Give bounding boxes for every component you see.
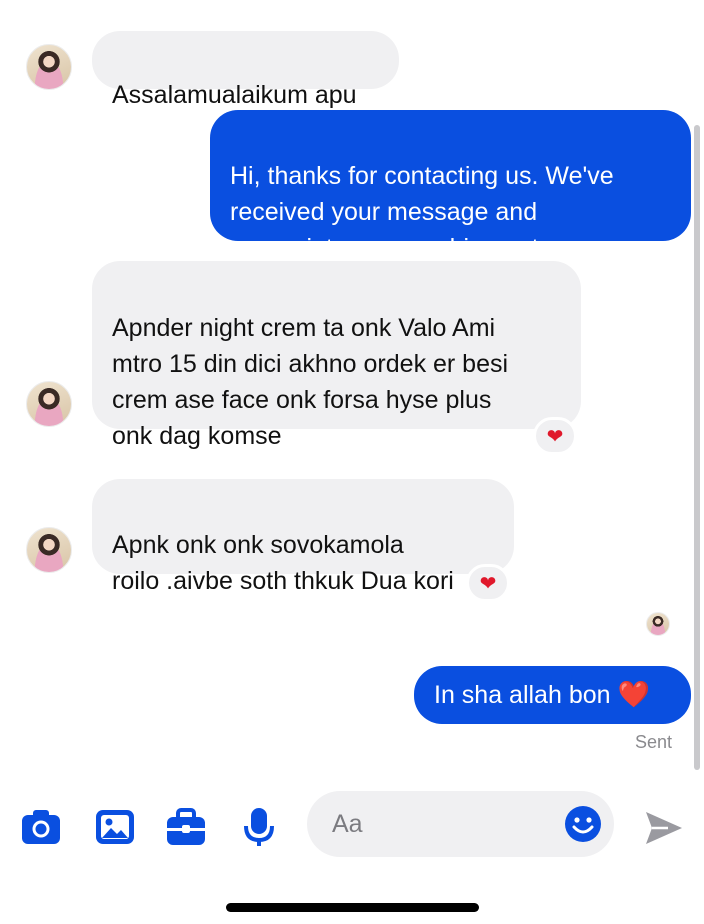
contact-avatar[interactable] [26,44,72,90]
emoji-icon[interactable] [564,805,602,843]
incoming-message[interactable]: Apnk onk onk sovokamola roilo .aivbe sot… [92,479,514,595]
message-text: Assalamualaikum apu [112,81,357,109]
camera-icon[interactable] [20,806,62,848]
message-reaction[interactable]: ❤ [533,417,577,455]
heart-emoji: ❤️ [617,679,650,709]
heart-icon: ❤ [546,425,564,448]
sent-status: Sent [634,732,672,752]
message-composer[interactable] [307,791,614,857]
outgoing-message[interactable]: Hi, thanks for contacting us. We've rece… [210,110,691,262]
read-receipt-avatar [646,612,670,636]
message-text: In sha allah bon [434,681,618,709]
microphone-icon[interactable] [238,806,280,848]
incoming-message[interactable]: Assalamualaikum apu [92,31,399,109]
message-text: Hi, thanks for contacting us. We've rece… [230,162,614,262]
message-text: Apnder night crem ta onk Valo Ami mtro 1… [112,314,509,450]
scrollbar[interactable] [694,125,700,770]
message-reaction[interactable]: ❤ [466,564,510,602]
incoming-message[interactable]: Apnder night crem ta onk Valo Ami mtro 1… [92,261,581,450]
outgoing-message[interactable]: In sha allah bon ❤️ [414,666,691,724]
home-indicator[interactable] [226,903,479,912]
photo-icon[interactable] [94,806,136,848]
send-icon[interactable] [642,806,686,850]
heart-icon: ❤ [479,572,497,595]
contact-avatar[interactable] [26,381,72,427]
contact-avatar[interactable] [26,527,72,573]
briefcase-icon[interactable] [165,806,207,848]
message-input[interactable] [332,805,552,843]
message-text: Apnk onk onk sovokamola roilo .aivbe sot… [112,531,454,595]
